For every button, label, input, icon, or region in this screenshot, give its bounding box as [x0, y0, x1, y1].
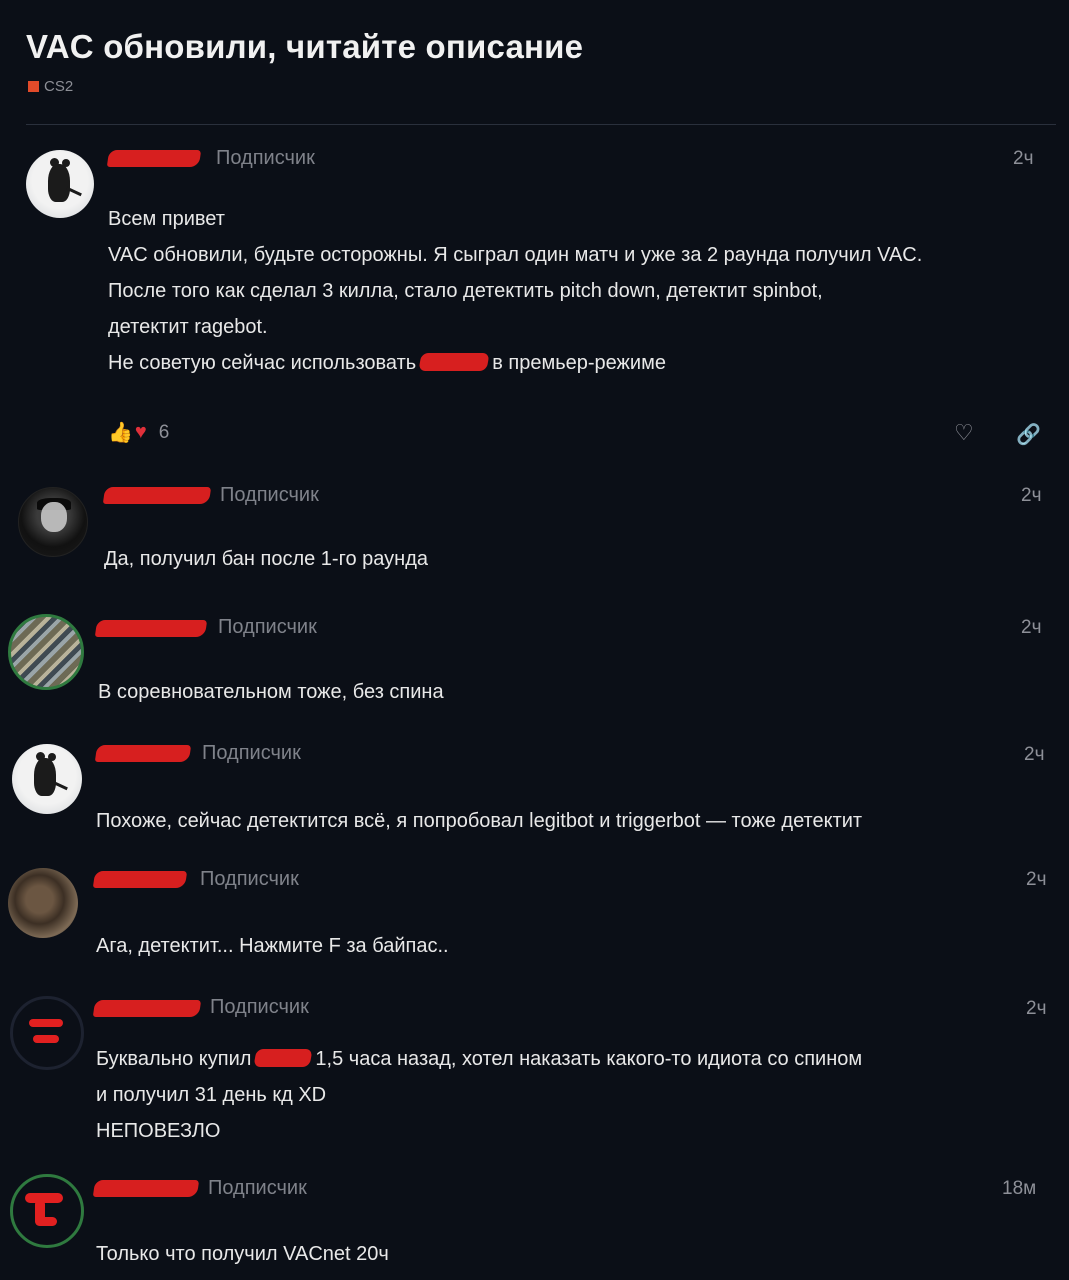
avatar[interactable]	[18, 487, 88, 557]
post-text: Похоже, сейчас детектится всё, я попробо…	[96, 810, 863, 832]
category-color-square	[28, 81, 39, 92]
post-time[interactable]: 2ч	[1021, 617, 1041, 639]
post-text: Ага, детектит... Нажмите F за байпас..	[96, 935, 449, 957]
header-divider	[26, 124, 1056, 125]
redacted-text	[418, 353, 490, 371]
post-time[interactable]: 2ч	[1026, 869, 1046, 891]
post-time[interactable]: 18м	[1002, 1178, 1036, 1200]
username-redacted	[92, 1000, 202, 1017]
post-time[interactable]: 2ч	[1024, 744, 1044, 766]
post-time[interactable]: 2ч	[1021, 485, 1041, 507]
user-role: Подписчик	[200, 868, 299, 890]
user-role: Подписчик	[210, 996, 309, 1018]
topic-title: VAC обновили, читайте описание	[26, 28, 584, 65]
post-time[interactable]: 2ч	[1026, 998, 1046, 1020]
post-text: Всем привет VAC обновили, будьте осторож…	[108, 208, 923, 374]
post-text: В соревновательном тоже, без спина	[98, 681, 444, 703]
user-role: Подписчик	[216, 147, 315, 169]
avatar[interactable]	[10, 1174, 84, 1248]
avatar[interactable]	[8, 614, 84, 690]
thumbs-up-icon: 👍	[108, 422, 133, 444]
avatar[interactable]	[26, 150, 94, 218]
user-role: Подписчик	[218, 616, 317, 638]
avatar[interactable]	[10, 996, 84, 1070]
link-icon[interactable]: 🔗	[1016, 422, 1041, 447]
username-redacted	[94, 745, 192, 762]
user-role: Подписчик	[202, 742, 301, 764]
user-role: Подписчик	[208, 1177, 307, 1199]
user-role: Подписчик	[220, 484, 319, 506]
username-redacted	[102, 487, 212, 504]
redacted-text	[253, 1049, 314, 1067]
reactions[interactable]: 👍 ♥ 6	[108, 420, 169, 445]
username-redacted	[92, 871, 188, 888]
avatar[interactable]	[8, 868, 78, 938]
reaction-count: 6	[158, 421, 170, 443]
username-redacted	[106, 150, 202, 167]
username-redacted	[92, 1180, 200, 1197]
category-badge[interactable]: CS2	[28, 78, 73, 95]
username-redacted	[94, 620, 208, 637]
heart-icon: ♥	[134, 421, 147, 443]
post-time[interactable]: 2ч	[1013, 148, 1033, 170]
post-text: Да, получил бан после 1-го раунда	[104, 548, 428, 570]
category-label: CS2	[44, 78, 74, 95]
avatar[interactable]	[12, 744, 82, 814]
post-text: Только что получил VACnet 20ч	[96, 1243, 389, 1265]
post-text: Буквально купил 1,5 часа назад, хотел нак…	[96, 1048, 863, 1142]
heart-outline-icon[interactable]: ♡	[954, 420, 974, 446]
